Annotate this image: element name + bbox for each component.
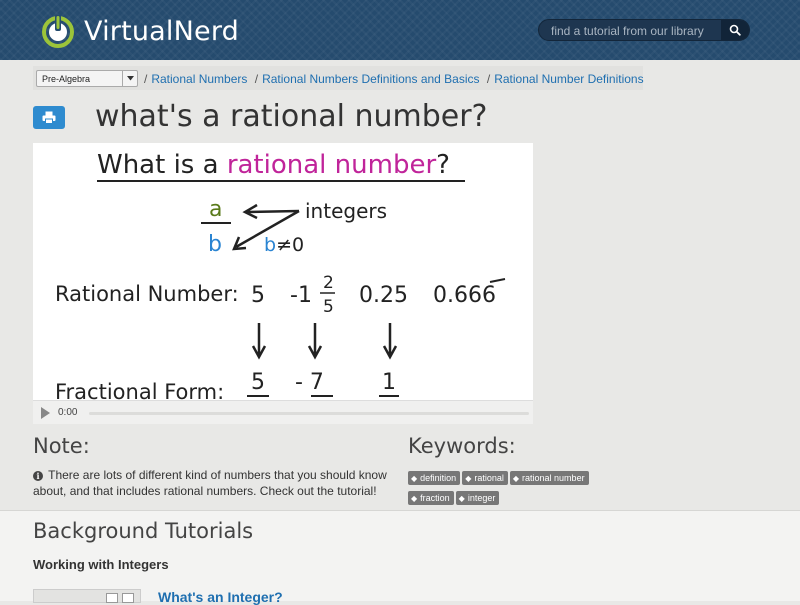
keyword-tag[interactable]: ◆ definition <box>408 471 461 485</box>
board-heading-suffix: ? <box>436 150 450 180</box>
video-time: 0:00 <box>58 407 78 418</box>
board-example-4: 0.666 <box>433 283 496 308</box>
note-text-block: i There are lots of different kind of nu… <box>33 467 395 499</box>
whiteboard-video-frame: What is a rational number? a b integers … <box>55 150 506 400</box>
tag-icon: ◆ <box>465 474 472 483</box>
down-arrow-3 <box>382 323 398 360</box>
board-example-4-repeat: 6 <box>482 283 496 308</box>
breadcrumb: Pre-Algebra / Rational Numbers / Rational … <box>33 66 644 90</box>
keyword-tag-label: rational number <box>522 473 585 483</box>
brand-first: Virtual <box>84 15 174 47</box>
board-example-1: 5 <box>251 283 265 308</box>
thumbnail-video-icon <box>106 593 118 603</box>
board-heading-prefix: What is a <box>97 150 227 180</box>
brand-name: VirtualNerd <box>84 16 239 47</box>
board-example-2-denominator: 5 <box>323 297 334 317</box>
board-example-3: 0.25 <box>359 283 408 308</box>
breadcrumb-separator: / <box>144 72 148 86</box>
background-tutorials-heading: Background Tutorials <box>33 519 254 543</box>
print-button[interactable] <box>33 106 65 129</box>
board-denominator: b <box>208 232 222 257</box>
search-icon <box>729 24 741 36</box>
board-fraction-2: - 7 <box>295 370 324 395</box>
power-logo-icon <box>42 15 74 48</box>
tutorial-group-title: Working with Integers <box>33 557 169 572</box>
brand-second: Nerd <box>173 15 239 47</box>
subject-select-value: Pre-Algebra <box>42 74 91 84</box>
keyword-tag-label: integer <box>467 493 496 503</box>
virtualnerd-logo[interactable]: VirtualNerd <box>40 11 239 51</box>
board-condition-b: b <box>264 234 276 256</box>
background-tutorials-section: Background Tutorials Working with Intege… <box>0 510 800 605</box>
board-condition-rest: ≠0 <box>276 234 304 256</box>
breadcrumb-rational-number-definitions[interactable]: Rational Number Definitions <box>494 72 643 86</box>
board-condition: b≠0 <box>264 234 304 256</box>
tutorial-thumbnail[interactable] <box>33 589 141 603</box>
page-title: what's a rational number? <box>95 99 488 134</box>
note-heading: Note: <box>33 434 90 458</box>
tag-icon: ◆ <box>411 474 418 483</box>
breadcrumb-rational-numbers[interactable]: Rational Numbers <box>151 72 247 86</box>
thumbnail-note-icon <box>122 593 134 603</box>
search-input[interactable] <box>549 22 723 40</box>
board-fraction-3: 1 <box>382 370 396 395</box>
board-example-2-numerator: 2 <box>323 273 334 293</box>
keyword-tag[interactable]: ◆ rational number <box>509 471 589 485</box>
breadcrumb-separator: / <box>254 72 259 86</box>
board-heading: What is a rational number? <box>97 150 450 180</box>
breadcrumb-separator: / <box>486 72 491 86</box>
keyword-tags: ◆ definition ◆ rational ◆ rational number ◆ fra… <box>408 468 628 508</box>
board-numerator: a <box>209 197 222 222</box>
tag-icon: ◆ <box>411 494 418 503</box>
breadcrumb-definitions-and-basics[interactable]: Rational Numbers Definitions and Basics <box>262 72 479 86</box>
board-integers-label: integers <box>305 199 387 223</box>
board-example-2-whole: -1 <box>290 283 312 308</box>
board-example-4-prefix: 0.66 <box>433 283 482 308</box>
keyword-tag-label: rational <box>474 473 504 483</box>
site-header: VirtualNerd <box>0 0 800 60</box>
keyword-tag-label: fraction <box>420 493 450 503</box>
keyword-tag-label: definition <box>420 473 457 483</box>
search-button[interactable] <box>721 20 749 40</box>
board-heading-highlight: rational number <box>227 150 437 180</box>
keyword-tag[interactable]: ◆ integer <box>455 491 500 505</box>
subject-select[interactable]: Pre-Algebra <box>36 70 138 87</box>
tag-icon: ◆ <box>458 494 465 503</box>
search-box <box>538 19 750 41</box>
print-icon <box>42 111 56 124</box>
board-fraction-1: 5 <box>251 370 265 395</box>
tutorial-link[interactable]: What's an Integer? <box>158 589 283 605</box>
keyword-tag[interactable]: ◆ fraction <box>408 491 454 505</box>
down-arrow-1 <box>251 323 267 360</box>
note-text: There are lots of different kind of numb… <box>33 468 387 498</box>
play-icon[interactable] <box>40 407 50 419</box>
video-controls: 0:00 <box>33 400 533 424</box>
board-repeat-bar <box>489 278 506 283</box>
video-progress-bar[interactable] <box>89 412 529 415</box>
keyword-tag[interactable]: ◆ rational <box>462 471 508 485</box>
keywords-heading: Keywords: <box>408 434 516 458</box>
breadcrumb-links: / Rational Numbers / Rational Numbers Defi… <box>144 72 648 86</box>
video-player[interactable]: What is a rational number? a b integers … <box>33 143 533 424</box>
chevron-down-icon <box>122 71 137 86</box>
info-icon: i <box>33 471 43 481</box>
board-fractional-label: Fractional Form: <box>55 380 224 400</box>
tag-icon: ◆ <box>512 474 520 483</box>
down-arrow-2 <box>307 323 323 360</box>
board-rational-label: Rational Number: <box>55 282 239 306</box>
